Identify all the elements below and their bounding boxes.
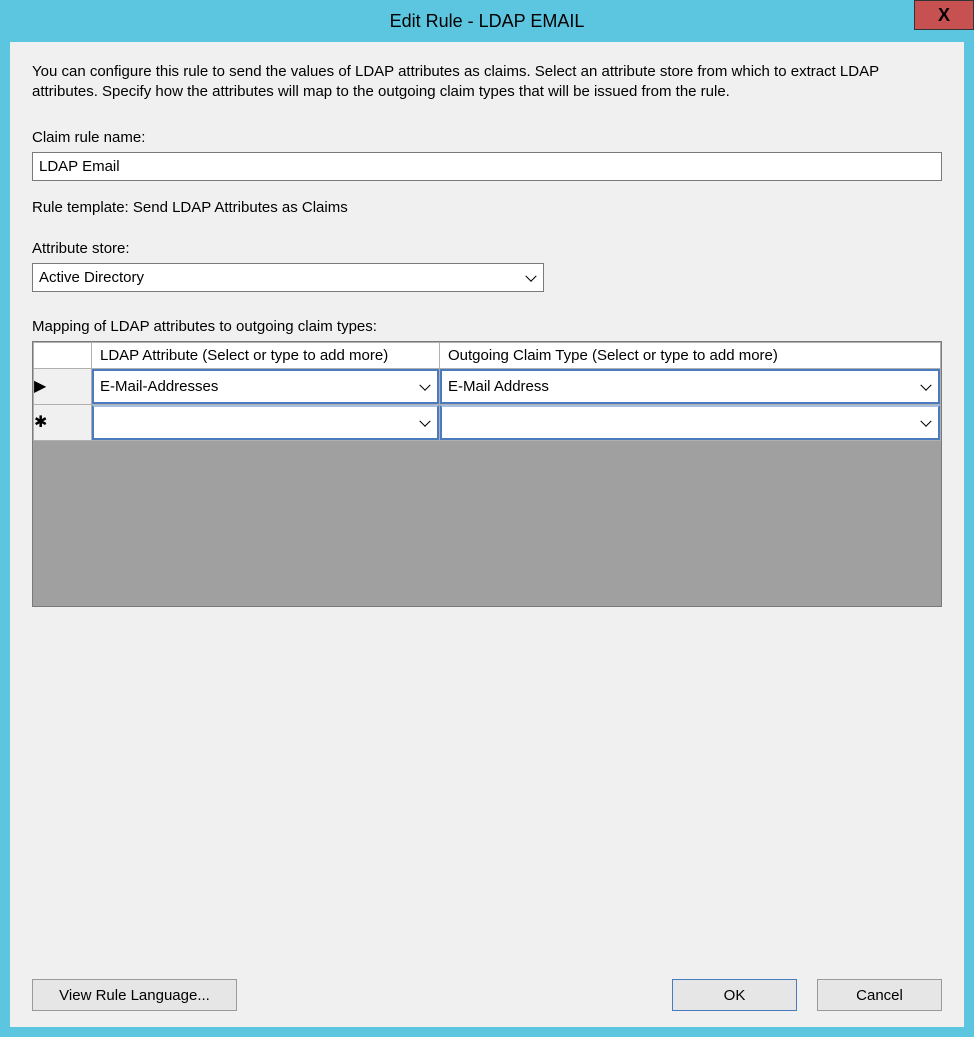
ok-button[interactable]: OK xyxy=(672,979,797,1011)
header-indicator xyxy=(34,342,92,368)
description-text: You can configure this rule to send the … xyxy=(32,62,942,103)
mapping-grid: LDAP Attribute (Select or type to add mo… xyxy=(32,341,942,607)
mapping-table: LDAP Attribute (Select or type to add mo… xyxy=(33,342,941,441)
chevron-down-icon xyxy=(419,416,430,427)
cancel-button[interactable]: Cancel xyxy=(817,979,942,1011)
mapping-label: Mapping of LDAP attributes to outgoing c… xyxy=(32,318,942,335)
table-row: ▶ E-Mail-Addresses E-Mail Address xyxy=(34,368,941,404)
close-button[interactable]: X xyxy=(914,0,974,30)
ldap-attribute-cell: E-Mail-Addresses xyxy=(92,368,440,404)
ldap-attribute-combo-empty[interactable] xyxy=(92,405,439,440)
dialog-content: You can configure this rule to send the … xyxy=(10,42,964,1027)
chevron-down-icon xyxy=(419,380,430,391)
chevron-down-icon xyxy=(525,271,536,282)
claim-rule-name-input[interactable] xyxy=(32,152,942,181)
chevron-down-icon xyxy=(920,380,931,391)
attribute-store-label: Attribute store: xyxy=(32,240,942,257)
outgoing-claim-cell: E-Mail Address xyxy=(440,368,941,404)
chevron-down-icon xyxy=(920,416,931,427)
outgoing-claim-cell xyxy=(440,404,941,440)
row-indicator-current: ▶ xyxy=(34,368,92,404)
attribute-store-combo[interactable]: Active Directory xyxy=(32,263,544,292)
button-row: View Rule Language... OK Cancel xyxy=(32,979,942,1011)
window-title: Edit Rule - LDAP EMAIL xyxy=(390,11,585,32)
row-indicator-new: ✱ xyxy=(34,404,92,440)
titlebar: Edit Rule - LDAP EMAIL X xyxy=(0,0,974,42)
ldap-attribute-value: E-Mail-Addresses xyxy=(100,378,218,395)
outgoing-claim-combo-empty[interactable] xyxy=(440,405,940,440)
outgoing-claim-combo[interactable]: E-Mail Address xyxy=(440,369,940,404)
view-rule-language-button[interactable]: View Rule Language... xyxy=(32,979,237,1011)
table-row: ✱ xyxy=(34,404,941,440)
ldap-attribute-cell xyxy=(92,404,440,440)
header-ldap-attribute: LDAP Attribute (Select or type to add mo… xyxy=(92,342,440,368)
claim-rule-name-label: Claim rule name: xyxy=(32,129,942,146)
dialog-window: Edit Rule - LDAP EMAIL X You can configu… xyxy=(0,0,974,1037)
attribute-store-value: Active Directory xyxy=(39,269,144,286)
outgoing-claim-value: E-Mail Address xyxy=(448,378,549,395)
close-icon: X xyxy=(938,5,950,26)
rule-template-prefix: Rule template: xyxy=(32,199,133,216)
rule-template-value: Send LDAP Attributes as Claims xyxy=(133,199,348,216)
ldap-attribute-combo[interactable]: E-Mail-Addresses xyxy=(92,369,439,404)
rule-template-text: Rule template: Send LDAP Attributes as C… xyxy=(32,199,942,216)
header-outgoing-claim: Outgoing Claim Type (Select or type to a… xyxy=(440,342,941,368)
